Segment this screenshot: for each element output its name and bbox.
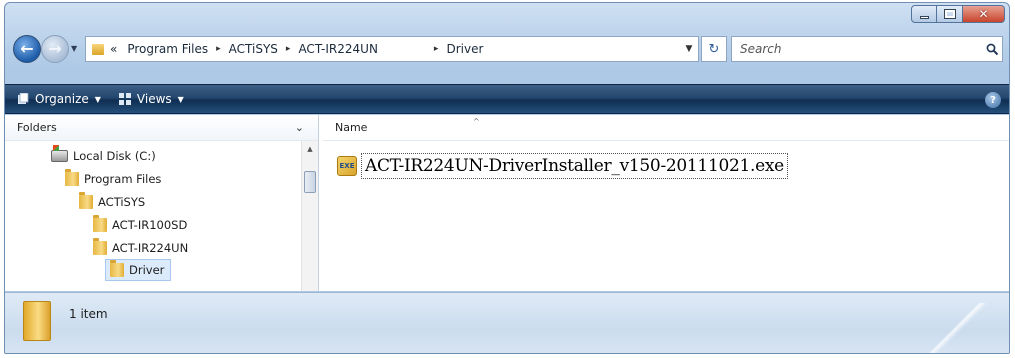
back-button[interactable]: ←	[13, 35, 41, 63]
column-header-label: Name	[335, 121, 368, 134]
scroll-thumb[interactable]	[304, 171, 316, 193]
minimize-icon	[919, 15, 929, 19]
maximize-button[interactable]	[937, 5, 963, 23]
organize-icon	[18, 93, 29, 104]
help-button[interactable]: ?	[985, 92, 1001, 108]
tree-item-program-files[interactable]: Program Files	[65, 168, 161, 190]
tree-item-label: Program Files	[84, 172, 162, 186]
folder-icon	[79, 192, 93, 209]
file-item[interactable]: EXE ACT-IR224UN-DriverInstaller_v150-201…	[337, 151, 788, 181]
breadcrumb-act-ir224un[interactable]: ACT-IR224UN	[298, 42, 377, 56]
decorative-sheen	[921, 303, 991, 353]
search-box[interactable]	[731, 36, 1003, 62]
recent-pages-dropdown[interactable]: ▼	[71, 44, 77, 53]
views-menu-button[interactable]: Views ▼	[118, 92, 184, 106]
tree-item-label: Driver	[129, 263, 165, 277]
address-dropdown-icon[interactable]: ▼	[680, 44, 698, 54]
breadcrumb-separator-icon[interactable]: ▸	[216, 44, 221, 54]
breadcrumb-program-files[interactable]: Program Files	[127, 42, 208, 56]
minimize-button[interactable]	[911, 5, 937, 23]
close-button[interactable]: ✕	[963, 5, 1005, 23]
file-name[interactable]: ACT-IR224UN-DriverInstaller_v150-2011102…	[361, 153, 788, 179]
folders-header[interactable]: Folders ⌄	[5, 115, 318, 141]
sort-ascending-icon: ^	[473, 117, 480, 126]
tree-item-local-disk[interactable]: Local Disk (C:)	[51, 145, 156, 167]
folder-icon	[92, 43, 104, 55]
breadcrumb-actisys[interactable]: ACTiSYS	[229, 42, 278, 56]
tree-item-act-ir100sd[interactable]: ACT-IR100SD	[93, 214, 187, 236]
item-count: 1 item	[69, 307, 108, 321]
content-area: Folders ⌄ Local Disk (C:) Program Files …	[5, 115, 1009, 291]
organize-menu-button[interactable]: Organize ▼	[17, 92, 101, 106]
file-list-pane: Name ^ EXE ACT-IR224UN-DriverInstaller_v…	[323, 115, 1009, 291]
forward-arrow-icon: →	[48, 39, 62, 58]
breadcrumb-separator-icon[interactable]: ▸	[286, 44, 291, 54]
organize-label: Organize	[35, 92, 89, 106]
back-arrow-icon: ←	[20, 39, 34, 58]
views-icon	[118, 93, 131, 105]
navigation-pane: Folders ⌄ Local Disk (C:) Program Files …	[5, 115, 319, 291]
details-pane: 1 item	[5, 292, 1009, 353]
folder-icon	[110, 260, 124, 277]
refresh-button[interactable]: ↻	[701, 36, 727, 62]
maximize-icon	[943, 9, 956, 19]
installer-exe-icon: EXE	[337, 156, 357, 176]
folders-header-label: Folders	[17, 121, 57, 134]
command-bar: Organize ▼ Views ▼ ?	[5, 84, 1009, 114]
close-icon: ✕	[978, 7, 989, 21]
views-label: Views	[136, 92, 172, 106]
tree-item-label: ACT-IR100SD	[112, 218, 188, 232]
breadcrumb-driver[interactable]: Driver	[446, 42, 483, 56]
folder-icon	[65, 169, 79, 186]
tree-item-driver[interactable]: Driver	[105, 259, 172, 281]
tree-item-label: ACTiSYS	[98, 195, 146, 209]
tree-item-label: Local Disk (C:)	[73, 149, 156, 163]
help-icon: ?	[990, 94, 996, 106]
breadcrumb-separator-icon[interactable]: ▸	[434, 44, 439, 54]
forward-button[interactable]: →	[41, 35, 69, 63]
search-icon[interactable]	[982, 43, 1002, 56]
folder-icon	[23, 301, 51, 341]
tree-scrollbar[interactable]: ▲	[301, 141, 318, 291]
folder-icon	[93, 215, 107, 232]
caption-buttons: ✕	[911, 5, 1005, 23]
search-input[interactable]	[740, 42, 982, 56]
tree-item-act-ir224un[interactable]: ACT-IR224UN	[93, 237, 188, 259]
chevron-down-icon[interactable]: ⌄	[295, 121, 304, 134]
chevron-down-icon: ▼	[177, 94, 184, 104]
tree-item-label: ACT-IR224UN	[112, 241, 189, 255]
address-bar[interactable]: « Program Files ▸ ACTiSYS ▸ ACT-IR224UN …	[85, 36, 699, 62]
scroll-up-icon[interactable]: ▲	[302, 141, 318, 157]
chevron-down-icon: ▼	[94, 94, 101, 104]
column-header-name[interactable]: Name ^	[323, 115, 1009, 141]
navigation-row: ← → ▼ « Program Files ▸ ACTiSYS ▸ ACT-IR…	[13, 33, 1003, 67]
drive-icon	[51, 145, 68, 162]
explorer-window: ✕ ← → ▼ « Program Files ▸ ACTiSYS ▸ ACT-…	[4, 2, 1010, 354]
breadcrumb-overflow[interactable]: «	[110, 42, 117, 56]
tree-item-actisys[interactable]: ACTiSYS	[79, 191, 145, 213]
folder-icon	[93, 238, 107, 255]
refresh-icon: ↻	[708, 41, 720, 57]
